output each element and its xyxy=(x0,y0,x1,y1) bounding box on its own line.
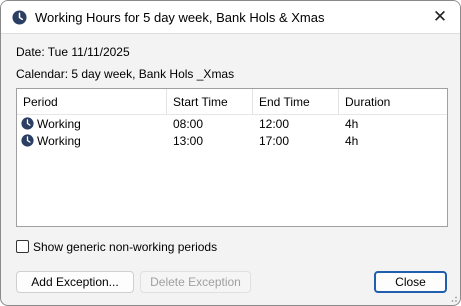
close-button[interactable]: Close xyxy=(374,271,447,293)
clock-icon xyxy=(12,10,27,25)
clock-icon xyxy=(21,134,34,147)
column-header-period[interactable]: Period xyxy=(17,89,167,115)
column-header-end-time[interactable]: End Time xyxy=(253,89,339,115)
start-time-cell: 13:00 xyxy=(173,134,204,148)
resize-grip-icon[interactable] xyxy=(448,293,458,303)
title-bar[interactable]: Working Hours for 5 day week, Bank Hols … xyxy=(1,1,460,34)
duration-cell: 4h xyxy=(345,117,359,131)
end-time-cell: 17:00 xyxy=(259,134,290,148)
date-label: Date: Tue 11/11/2025 xyxy=(16,45,130,59)
period-cell: Working xyxy=(37,117,81,131)
window-title: Working Hours for 5 day week, Bank Hols … xyxy=(35,10,325,25)
working-periods-list[interactable]: Period Start Time End Time Duration Work… xyxy=(16,88,448,227)
delete-exception-button: Delete Exception xyxy=(140,271,251,293)
show-generic-periods-checkbox[interactable] xyxy=(16,240,29,253)
column-header-start-time[interactable]: Start Time xyxy=(167,89,253,115)
end-time-cell: 12:00 xyxy=(259,117,290,131)
close-icon[interactable]: ✕ xyxy=(430,7,450,27)
table-row[interactable]: Working 08:00 12:00 4h xyxy=(17,116,447,133)
working-hours-dialog: Working Hours for 5 day week, Bank Hols … xyxy=(0,0,461,306)
start-time-cell: 08:00 xyxy=(173,117,204,131)
period-cell: Working xyxy=(37,134,81,148)
show-generic-periods-option[interactable]: Show generic non-working periods xyxy=(16,240,217,254)
clock-icon xyxy=(21,117,34,130)
table-row[interactable]: Working 13:00 17:00 4h xyxy=(17,133,447,150)
column-header-duration[interactable]: Duration xyxy=(339,89,449,115)
show-generic-periods-label[interactable]: Show generic non-working periods xyxy=(33,240,217,254)
calendar-label: Calendar: 5 day week, Bank Hols _Xmas xyxy=(16,67,235,81)
add-exception-button[interactable]: Add Exception... xyxy=(16,271,134,293)
duration-cell: 4h xyxy=(345,134,359,148)
list-header: Period Start Time End Time Duration xyxy=(17,89,447,115)
